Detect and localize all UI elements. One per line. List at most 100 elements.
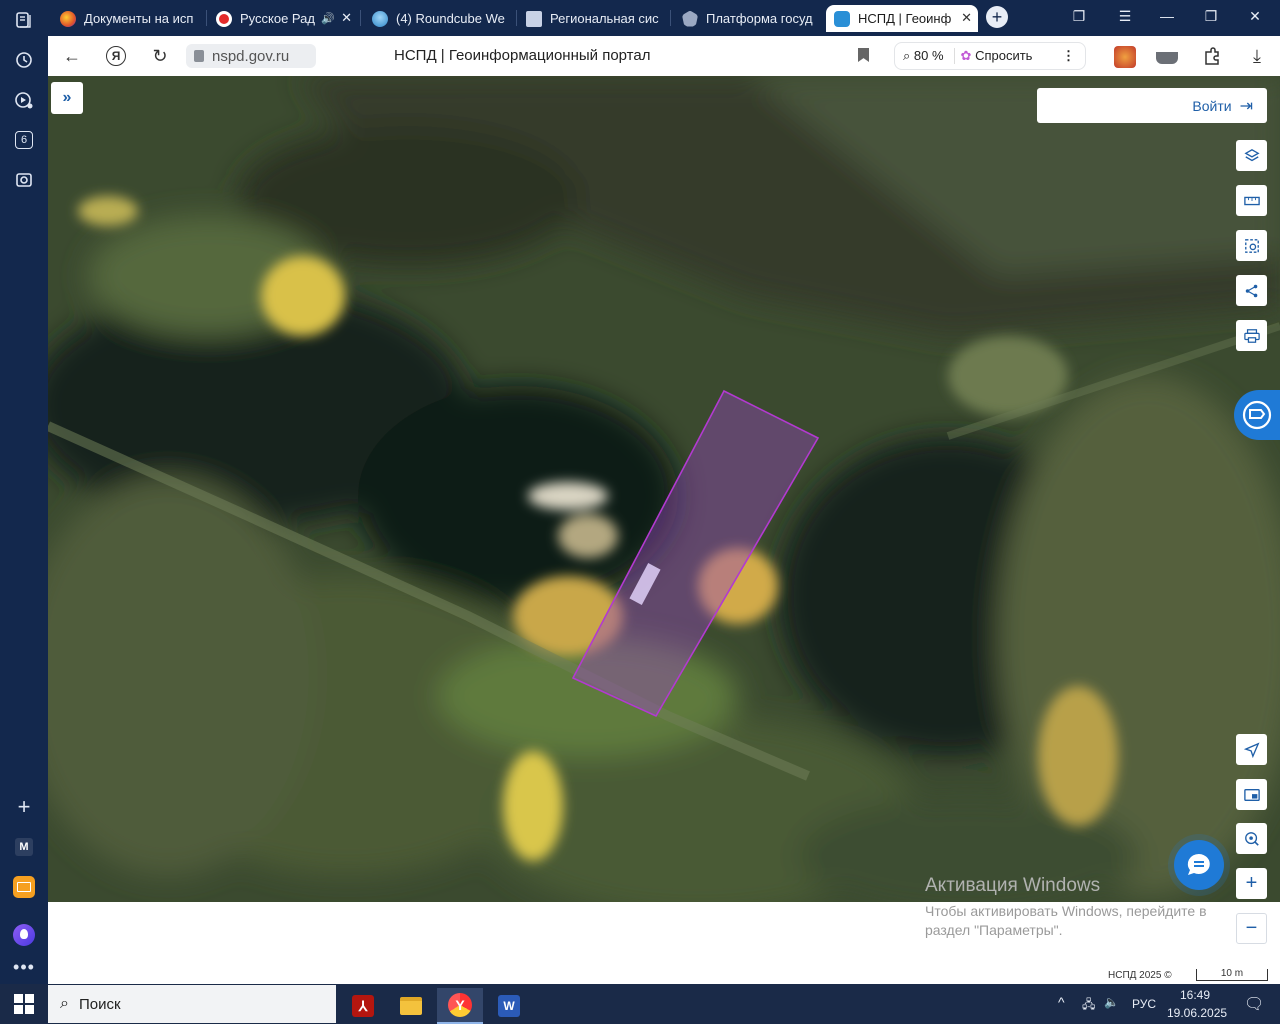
select-area-icon[interactable] (1236, 230, 1267, 261)
tab-documents[interactable]: Документы на исп (52, 5, 202, 32)
satellite-imagery (48, 76, 1280, 902)
satellite-map[interactable]: » Войти ⇥ + (48, 76, 1280, 902)
tab-label: Платформа госуд (706, 11, 813, 26)
zoom-level[interactable]: ⌕ 80 % (903, 48, 944, 64)
search-label: Поиск (78, 995, 121, 1013)
tab-label: Региональная сис (550, 11, 659, 26)
layers-icon[interactable] (1236, 140, 1267, 171)
more-options-icon[interactable]: ⋮ (1062, 48, 1075, 64)
yandex-mail-icon[interactable] (10, 873, 38, 901)
alice-icon[interactable] (10, 921, 38, 949)
zoom-in-label: + (1245, 872, 1258, 894)
search-icon: ⌕ (60, 995, 69, 1012)
chevron-up-icon[interactable]: ^ (1058, 994, 1065, 1010)
nspd-icon (834, 10, 850, 27)
tab-radio[interactable]: Русское Рад 🔊 ✕ (208, 5, 358, 32)
taskbar: ⌕ Поиск ⅄ Y W ^ 🖧 🔈 РУС 16:49 19.06.2025… (0, 984, 1280, 1024)
share-icon[interactable] (1236, 275, 1267, 306)
network-icon[interactable]: 🖧 (1082, 995, 1095, 1016)
lock-icon (194, 50, 204, 62)
new-tab-button[interactable]: + (986, 6, 1008, 28)
zoom-value: 80 % (913, 48, 944, 63)
vpn-extension-icon[interactable] (1156, 52, 1178, 64)
minimap-icon[interactable] (1236, 779, 1267, 810)
feedback-icon (1242, 400, 1272, 430)
menu-icon[interactable]: ☰ (1114, 8, 1136, 25)
browser-sidebar: 6 + M ••• (0, 0, 48, 984)
collections-icon[interactable] (10, 6, 38, 34)
ask-button[interactable]: ✿ Спросить (961, 48, 1033, 64)
divider (953, 48, 955, 64)
close-icon[interactable]: ✕ (961, 10, 972, 26)
windows-start-icon[interactable] (14, 994, 34, 1014)
tab-regional-system[interactable]: Региональная сис (518, 5, 668, 32)
tab-roundcube[interactable]: (4) Roundcube We (364, 5, 514, 32)
file-explorer-icon[interactable] (388, 988, 434, 1024)
tab-bar: Документы на исп Русское Рад 🔊 ✕ (4) Rou… (48, 0, 1280, 36)
tab-groups-icon[interactable]: ❐ (1068, 8, 1090, 25)
search-location-icon[interactable] (1236, 823, 1267, 854)
extension-icon[interactable] (1114, 46, 1136, 68)
taskbar-search[interactable]: ⌕ Поиск (48, 985, 336, 1023)
locate-icon[interactable] (1236, 734, 1267, 765)
roundcube-icon (372, 10, 388, 27)
clock-date[interactable]: 19.06.2025 (1167, 1006, 1227, 1020)
restore-icon[interactable]: ❐ (1200, 8, 1222, 25)
page-title: НСПД | Геоинформационный портал (394, 47, 651, 64)
url-field[interactable]: nspd.gov.ru (186, 44, 316, 68)
tab-label: (4) Roundcube We (396, 11, 505, 26)
emblem-icon (682, 10, 698, 27)
speaker-icon[interactable]: 🔊 (321, 12, 335, 25)
add-panel-icon[interactable]: + (10, 793, 38, 821)
notifications-icon[interactable]: 🗨 (1244, 994, 1264, 1014)
close-icon[interactable]: ✕ (341, 10, 352, 26)
bookmark-icon[interactable] (858, 48, 869, 62)
reload-icon[interactable]: ↻ (148, 44, 172, 68)
history-icon[interactable] (10, 46, 38, 74)
tab-count-badge: 6 (15, 131, 33, 149)
login-label: Войти (1192, 97, 1232, 114)
more-icon[interactable]: ••• (10, 953, 38, 981)
language-indicator[interactable]: РУС (1132, 997, 1156, 1011)
video-icon[interactable] (10, 86, 38, 114)
zoom-search-icon: ⌕ (903, 48, 914, 63)
extensions-puzzle-icon[interactable] (1202, 46, 1224, 68)
login-button[interactable]: Войти ⇥ (1037, 88, 1267, 123)
pdf-app-icon[interactable]: ⅄ (340, 988, 386, 1024)
radio-icon (216, 10, 232, 27)
print-icon[interactable] (1236, 320, 1267, 351)
mail-service-icon[interactable]: M (10, 833, 38, 861)
clock-time[interactable]: 16:49 (1180, 988, 1210, 1002)
ask-icon: ✿ (960, 48, 976, 63)
zoom-out-label: − (1245, 917, 1258, 939)
activation-title: Активация Windows (925, 875, 1101, 896)
expand-panel-button[interactable]: » (51, 82, 83, 114)
word-icon[interactable]: W (486, 988, 532, 1024)
ruler-icon[interactable] (1236, 185, 1267, 216)
back-icon[interactable]: ← (60, 44, 84, 68)
tabs-count-icon[interactable]: 6 (10, 126, 38, 154)
tab-gov-platform[interactable]: Платформа госуд (674, 5, 824, 32)
activation-text: Чтобы активировать Windows, перейдите в … (925, 903, 1207, 938)
zoom-out-icon[interactable]: − (1236, 913, 1267, 944)
page-icon (526, 10, 542, 27)
firefox-like-icon (60, 10, 76, 27)
screen: 6 + M ••• Документы на исп Русское Рад 🔊 (0, 0, 1280, 1024)
yandex-home-icon[interactable]: Я (104, 44, 128, 68)
screenshot-icon[interactable] (10, 166, 38, 194)
help-tab[interactable] (1234, 390, 1280, 440)
ask-label: Спросить (975, 48, 1033, 63)
minimize-icon[interactable]: — (1156, 8, 1178, 24)
volume-icon[interactable]: 🔈 (1104, 995, 1119, 1009)
address-bar: ← Я ↻ nspd.gov.ru НСПД | Геоинформационн… (48, 36, 1280, 76)
scale-bar: 10 m (1196, 969, 1268, 981)
tab-nspd[interactable]: НСПД | Геоинф ✕ (826, 5, 978, 32)
tab-label: Документы на исп (84, 11, 194, 26)
zoom-in-icon[interactable]: + (1236, 868, 1267, 899)
download-icon[interactable]: ⤓ (1246, 46, 1268, 68)
close-window-icon[interactable]: ✕ (1244, 8, 1266, 25)
tab-label: Русское Рад (240, 11, 315, 26)
url-text: nspd.gov.ru (212, 47, 290, 65)
yandex-browser-icon[interactable]: Y (437, 988, 483, 1024)
zoom-ask-group: ⌕ 80 % ✿ Спросить ⋮ (894, 42, 1086, 70)
